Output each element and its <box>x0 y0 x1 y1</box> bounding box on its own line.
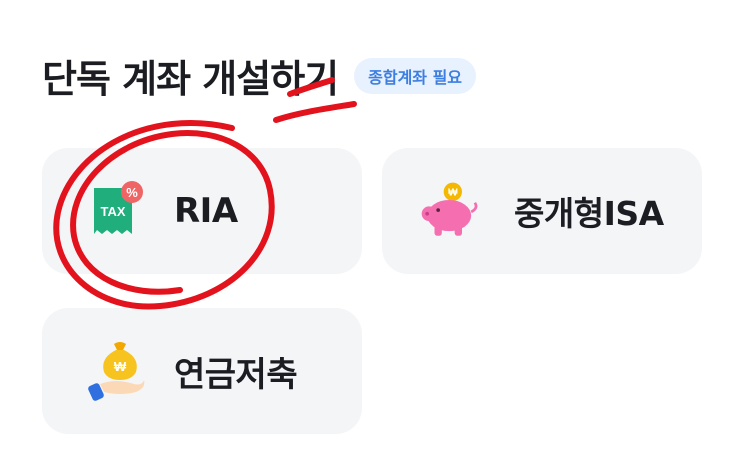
card-label-pension-savings: 연금저축 <box>174 354 298 395</box>
piggy-bank-icon: ₩ <box>421 182 478 236</box>
svg-text:₩: ₩ <box>448 187 458 198</box>
svg-text:%: % <box>126 185 138 200</box>
card-label-ria: RIA <box>174 191 238 231</box>
page-title: 단독 계좌 개설하기 <box>42 57 339 101</box>
section-header: 단독 계좌 개설하기 종합계좌 필요 <box>42 48 477 103</box>
requirement-badge: 종합계좌 필요 <box>354 57 477 94</box>
svg-text:₩: ₩ <box>114 359 127 374</box>
money-bag-hand-icon: ₩ <box>88 342 145 401</box>
svg-text:TAX: TAX <box>100 204 125 219</box>
card-label-isa: 중개형ISA <box>514 194 664 233</box>
tax-receipt-icon: TAX % <box>94 181 143 234</box>
account-card-isa[interactable]: ₩ 중개형ISA <box>382 148 702 274</box>
account-card-ria[interactable]: TAX % RIA <box>42 148 362 274</box>
account-card-pension-savings[interactable]: ₩ 연금저축 <box>42 308 362 434</box>
